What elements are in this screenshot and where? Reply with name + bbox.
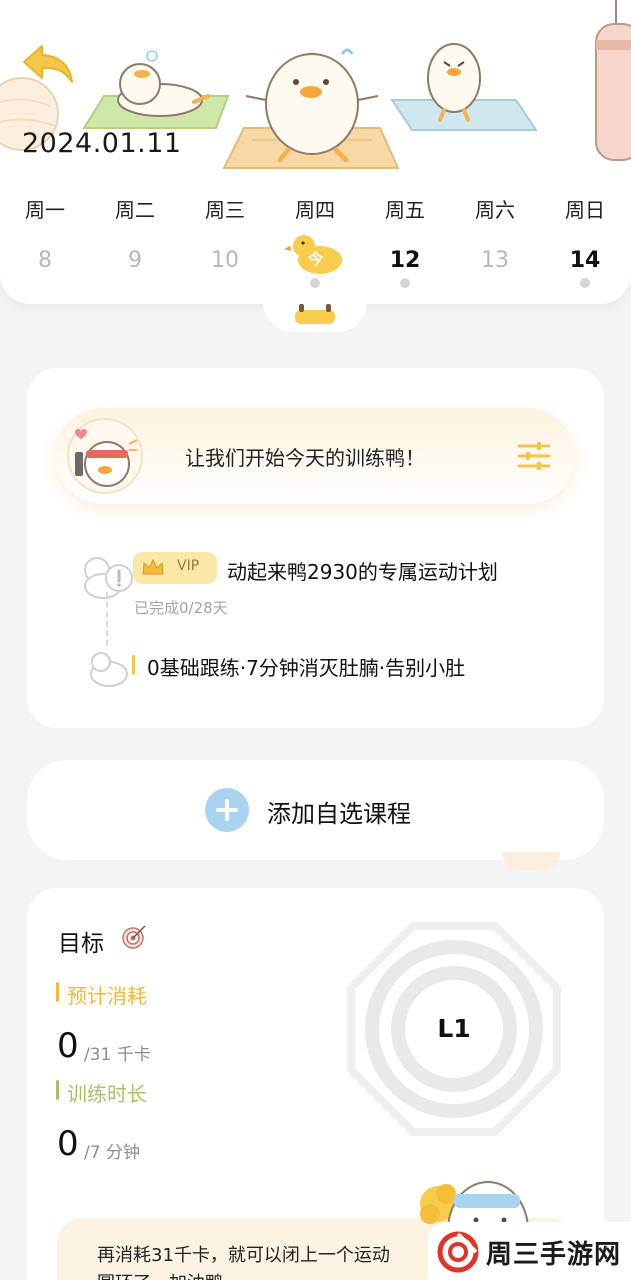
plan-title[interactable]: 动起来鸭2930的专属运动计划	[227, 556, 498, 585]
watermark: 周三手游网	[428, 1222, 631, 1280]
weekday-label: 周三	[205, 198, 245, 222]
calorie-value: 0	[57, 1026, 79, 1066]
day-today[interactable]: 今	[284, 230, 346, 276]
plus-icon	[205, 788, 249, 832]
duck-feet-icon	[295, 304, 335, 324]
lesson-accent-bar	[132, 655, 135, 675]
day-12[interactable]: 12	[370, 248, 440, 273]
duck-lesson-icon	[88, 652, 128, 687]
meditating-duck-illustration	[390, 43, 538, 131]
settings-sliders-icon[interactable]	[517, 440, 551, 472]
duration-accent-bar	[56, 1080, 59, 1100]
calorie-unit: /31 千卡	[84, 1045, 151, 1065]
start-training-banner[interactable]: 让我们开始今天的训练鸭！	[55, 408, 575, 504]
duration-unit: /7 分钟	[84, 1143, 140, 1163]
weekday-label: 周五	[385, 198, 425, 222]
crown-icon	[142, 558, 164, 575]
day-8[interactable]: 8	[10, 248, 80, 273]
avatar	[67, 418, 143, 494]
calendar-expand-handle[interactable]	[263, 288, 367, 332]
weekday-label: 周六	[475, 198, 515, 222]
level-label: L1	[437, 1014, 471, 1043]
today-dot	[310, 278, 320, 288]
training-plan-card: 让我们开始今天的训练鸭！ VIP 动起来鸭2930的专属运动计划 已完成0/28…	[27, 368, 604, 728]
vip-label: VIP	[177, 558, 200, 574]
calorie-accent-bar	[56, 982, 59, 1002]
add-course-label: 添加自选课程	[267, 800, 411, 828]
day-14[interactable]: 14	[550, 248, 620, 273]
tip-text: 再消耗31千卡，就可以闭上一个运动圆环了，加油鸭~	[97, 1245, 390, 1280]
day-9[interactable]: 9	[100, 248, 170, 273]
weekday-label: 周四	[295, 198, 335, 222]
timeline-connector	[106, 592, 108, 646]
watermark-text: 周三手游网	[486, 1240, 622, 1270]
activity-ring[interactable]: L1	[343, 918, 565, 1140]
headband-duck-icon	[75, 429, 138, 487]
add-course-button[interactable]: 添加自选课程	[27, 760, 604, 860]
vip-badge: VIP	[133, 552, 217, 584]
day-dot	[400, 278, 410, 288]
calorie-label: 预计消耗	[67, 984, 147, 1008]
banner-text: 让我们开始今天的训练鸭！	[185, 446, 425, 470]
day-10[interactable]: 10	[190, 248, 260, 273]
plan-progress: 已完成0/28天	[134, 599, 228, 617]
watermark-logo-icon	[437, 1231, 479, 1273]
weekday-label: 周一	[25, 198, 65, 222]
duration-value: 0	[57, 1124, 79, 1164]
lesson-title[interactable]: 0基础跟练·7分钟消灭肚腩·告别小肚	[147, 652, 465, 681]
current-date: 2024.01.11	[22, 128, 182, 159]
day-dot	[580, 278, 590, 288]
goal-title: 目标	[58, 931, 104, 957]
peek-decoration	[502, 852, 560, 870]
plan-duck-warning-icon	[84, 557, 133, 599]
weekday-label: 周二	[115, 198, 155, 222]
sleeping-duck-illustration	[82, 50, 230, 129]
today-label: 今	[308, 250, 324, 268]
target-icon	[122, 925, 146, 949]
duration-label: 训练时长	[67, 1082, 147, 1106]
punching-bag-decoration	[595, 0, 631, 161]
day-13[interactable]: 13	[460, 248, 530, 273]
weekday-label: 周日	[565, 198, 605, 222]
week-header: 2024.01.11 周一 周二 周三 周四 周五 周六 周日 8 9 10 今…	[0, 0, 631, 304]
stretching-duck-illustration	[222, 48, 400, 169]
